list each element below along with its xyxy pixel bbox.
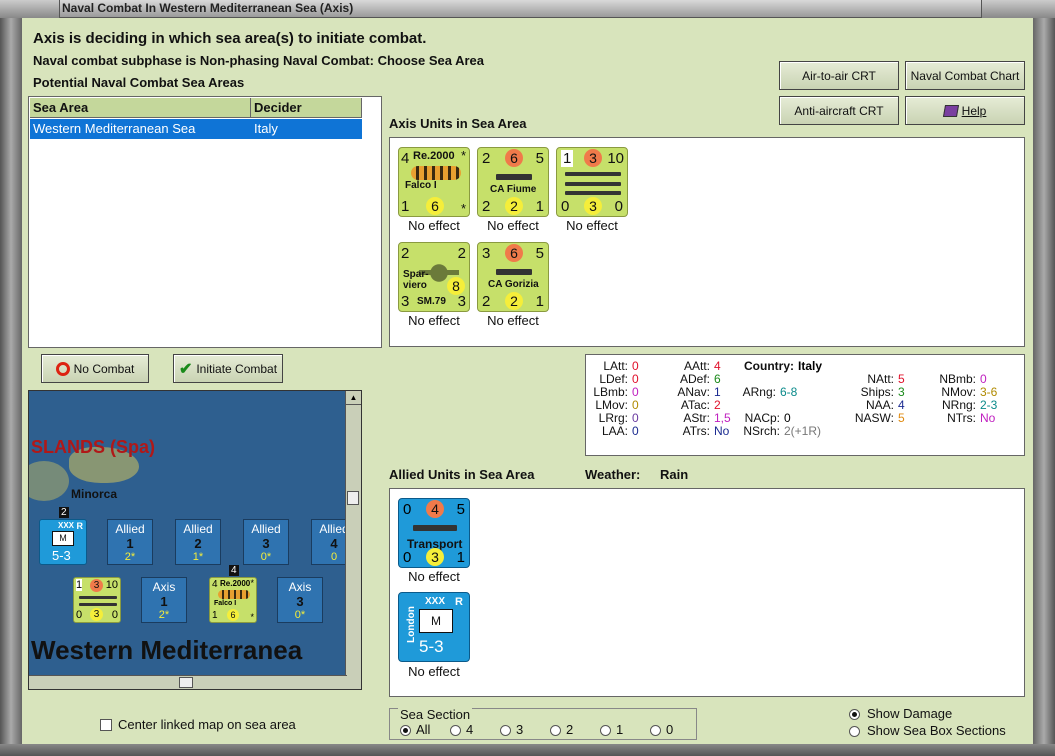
- naval-combat-window: Naval Combat In Western Mediterranean Se…: [0, 0, 1055, 756]
- ship-icon: [79, 603, 117, 606]
- cruiser-icon: [496, 174, 532, 180]
- axis-units-label: Axis Units in Sea Area: [389, 116, 527, 131]
- column-header-decider[interactable]: Decider: [251, 98, 362, 118]
- unit-stats-panel: LAtt: 0 LDef: 0 LBmb: 0 LMov: 0 LRrg: 0 LAA: 0…: [585, 354, 1025, 456]
- center-linked-label: Center linked map on sea area: [118, 717, 296, 732]
- weather-label: Weather:: [585, 467, 641, 482]
- map-island: [29, 461, 69, 501]
- initiate-combat-button[interactable]: ✔ Initiate Combat: [173, 354, 283, 383]
- air-to-air-crt-button[interactable]: Air-to-air CRT: [779, 61, 899, 90]
- allied-sea-box-1[interactable]: Allied 1 2*: [107, 519, 153, 565]
- dialog-content: Axis is deciding in which sea area(s) to…: [22, 18, 1033, 744]
- center-linked-checkbox[interactable]: [100, 719, 112, 731]
- radio-show-sea-box-sections[interactable]: [849, 726, 860, 737]
- unit-type-letter: M: [59, 533, 67, 543]
- radio-show-damage[interactable]: [849, 709, 860, 720]
- unit-type-letter: M: [431, 614, 441, 628]
- no-combat-label: No Combat: [73, 361, 135, 376]
- unit-effect: No effect: [408, 664, 460, 679]
- map-horizontal-scrollbar[interactable]: [29, 675, 347, 689]
- axis-unit-sm79[interactable]: 2 2 Spar-viero 8 3 SM.79 3: [398, 242, 470, 312]
- infantry-symbol-icon: M: [52, 531, 74, 546]
- sea-area-table: Sea Area Decider Western Mediterranean S…: [28, 96, 382, 348]
- map-sea-label: Western Mediterranea: [31, 635, 303, 665]
- map-air-counter[interactable]: 4 Re.2000 * Falco I 1 6 *: [209, 577, 257, 623]
- map-vertical-scrollbar[interactable]: ▲: [345, 391, 361, 689]
- show-sea-box-label: Show Sea Box Sections: [867, 723, 1006, 738]
- window-controls[interactable]: [981, 0, 1055, 18]
- ship-icon: [79, 596, 117, 599]
- axis-unit-ship-stack[interactable]: 1 3 10 0 3 0: [556, 147, 628, 217]
- transport-ship-icon: [413, 525, 457, 531]
- ship-icon: [565, 172, 621, 176]
- radio-sea-section-0[interactable]: [650, 725, 661, 736]
- help-button-label: Help: [961, 103, 987, 118]
- map-region-label: SLANDS (Spa): [31, 437, 156, 457]
- unit-effect: No effect: [408, 569, 460, 584]
- allied-unit-transport[interactable]: 0 4 5 Transport 0 3 1: [398, 498, 470, 568]
- unit-effect: No effect: [487, 218, 539, 233]
- help-button[interactable]: Help: [905, 96, 1025, 125]
- axis-unit-ca-gorizia[interactable]: 3 6 5 CA Gorizia 2 2 1: [477, 242, 549, 312]
- naval-combat-chart-button[interactable]: Naval Combat Chart: [905, 61, 1025, 90]
- axis-sea-box-1[interactable]: Axis 1 2*: [141, 577, 187, 623]
- window-title: Naval Combat In Western Mediterranean Se…: [62, 1, 354, 15]
- axis-sea-box-3[interactable]: Axis 3 0*: [277, 577, 323, 623]
- map-unit-counter[interactable]: XXX R M 5-3: [39, 519, 87, 565]
- unit-effect: No effect: [487, 313, 539, 328]
- scroll-up-arrow-icon[interactable]: ▲: [346, 391, 361, 405]
- radio-sea-section-3[interactable]: [500, 725, 511, 736]
- title-bar-left-ornament: [0, 0, 60, 18]
- radio-sea-section-all[interactable]: [400, 725, 411, 736]
- sea-area-map[interactable]: SLANDS (Spa) Minorca XXX R M 5-3 2 Allie…: [28, 390, 362, 690]
- vertical-scroll-thumb[interactable]: [347, 491, 359, 505]
- sea-section-group: Sea Section All 4 3 2 1 0: [389, 707, 697, 740]
- cell-sea-area[interactable]: Western Mediterranean Sea: [30, 119, 251, 139]
- map-ship-counter[interactable]: 1 3 10 0 3 0: [73, 577, 121, 623]
- frame-right: [1033, 18, 1055, 756]
- horizontal-scroll-thumb[interactable]: [179, 677, 193, 688]
- no-entry-icon: [55, 361, 70, 376]
- unit-effect: No effect: [408, 218, 460, 233]
- stack-count: 2: [59, 507, 69, 518]
- book-icon: [942, 104, 959, 117]
- axis-unit-re2000[interactable]: 4 Re.2000 * Falco I 1 6 *: [398, 147, 470, 217]
- status-heading: Axis is deciding in which sea area(s) to…: [33, 30, 427, 47]
- column-header-sea-area[interactable]: Sea Area: [30, 98, 251, 118]
- stack-count: 4: [229, 565, 239, 576]
- allied-unit-london[interactable]: London XXX R M 5-3: [398, 592, 470, 662]
- fighter-plane-icon: [218, 590, 250, 599]
- cruiser-icon: [496, 269, 532, 275]
- subphase-text: Naval combat subphase is Non-phasing Nav…: [33, 53, 485, 68]
- axis-units-panel: 4 Re.2000 * Falco I 1 6 * No effect 2 6 …: [389, 137, 1025, 347]
- infantry-symbol-icon: M: [419, 609, 453, 633]
- initiate-combat-label: Initiate Combat: [196, 361, 278, 376]
- allied-units-panel: 0 4 5 Transport 0 3 1 No effect London X…: [389, 488, 1025, 697]
- frame-bottom: [0, 744, 1055, 756]
- ship-icon: [565, 191, 621, 195]
- allied-sea-box-3[interactable]: Allied 3 0*: [243, 519, 289, 565]
- radio-sea-section-2[interactable]: [550, 725, 561, 736]
- title-bar[interactable]: Naval Combat In Western Mediterranean Se…: [0, 0, 1055, 18]
- potential-areas-label: Potential Naval Combat Sea Areas: [33, 75, 245, 90]
- anti-aircraft-crt-button[interactable]: Anti-aircraft CRT: [779, 96, 899, 125]
- unit-effect: No effect: [408, 313, 460, 328]
- fighter-plane-icon: [411, 166, 461, 180]
- checkmark-icon: ✔: [178, 360, 193, 378]
- axis-unit-ca-fiume[interactable]: 2 6 5 CA Fiume 2 2 1: [477, 147, 549, 217]
- cell-decider[interactable]: Italy: [251, 119, 362, 139]
- no-combat-button[interactable]: No Combat: [41, 354, 149, 383]
- radio-sea-section-1[interactable]: [600, 725, 611, 736]
- unit-effect: No effect: [566, 218, 618, 233]
- allied-sea-box-2[interactable]: Allied 2 1*: [175, 519, 221, 565]
- map-island-label: Minorca: [71, 487, 118, 501]
- sea-section-label: Sea Section: [398, 707, 473, 722]
- frame-left: [0, 18, 22, 756]
- show-damage-label: Show Damage: [867, 706, 953, 721]
- allied-units-label: Allied Units in Sea Area: [389, 467, 535, 482]
- ship-icon: [565, 182, 621, 186]
- weather-value: Rain: [660, 467, 689, 482]
- radio-sea-section-4[interactable]: [450, 725, 461, 736]
